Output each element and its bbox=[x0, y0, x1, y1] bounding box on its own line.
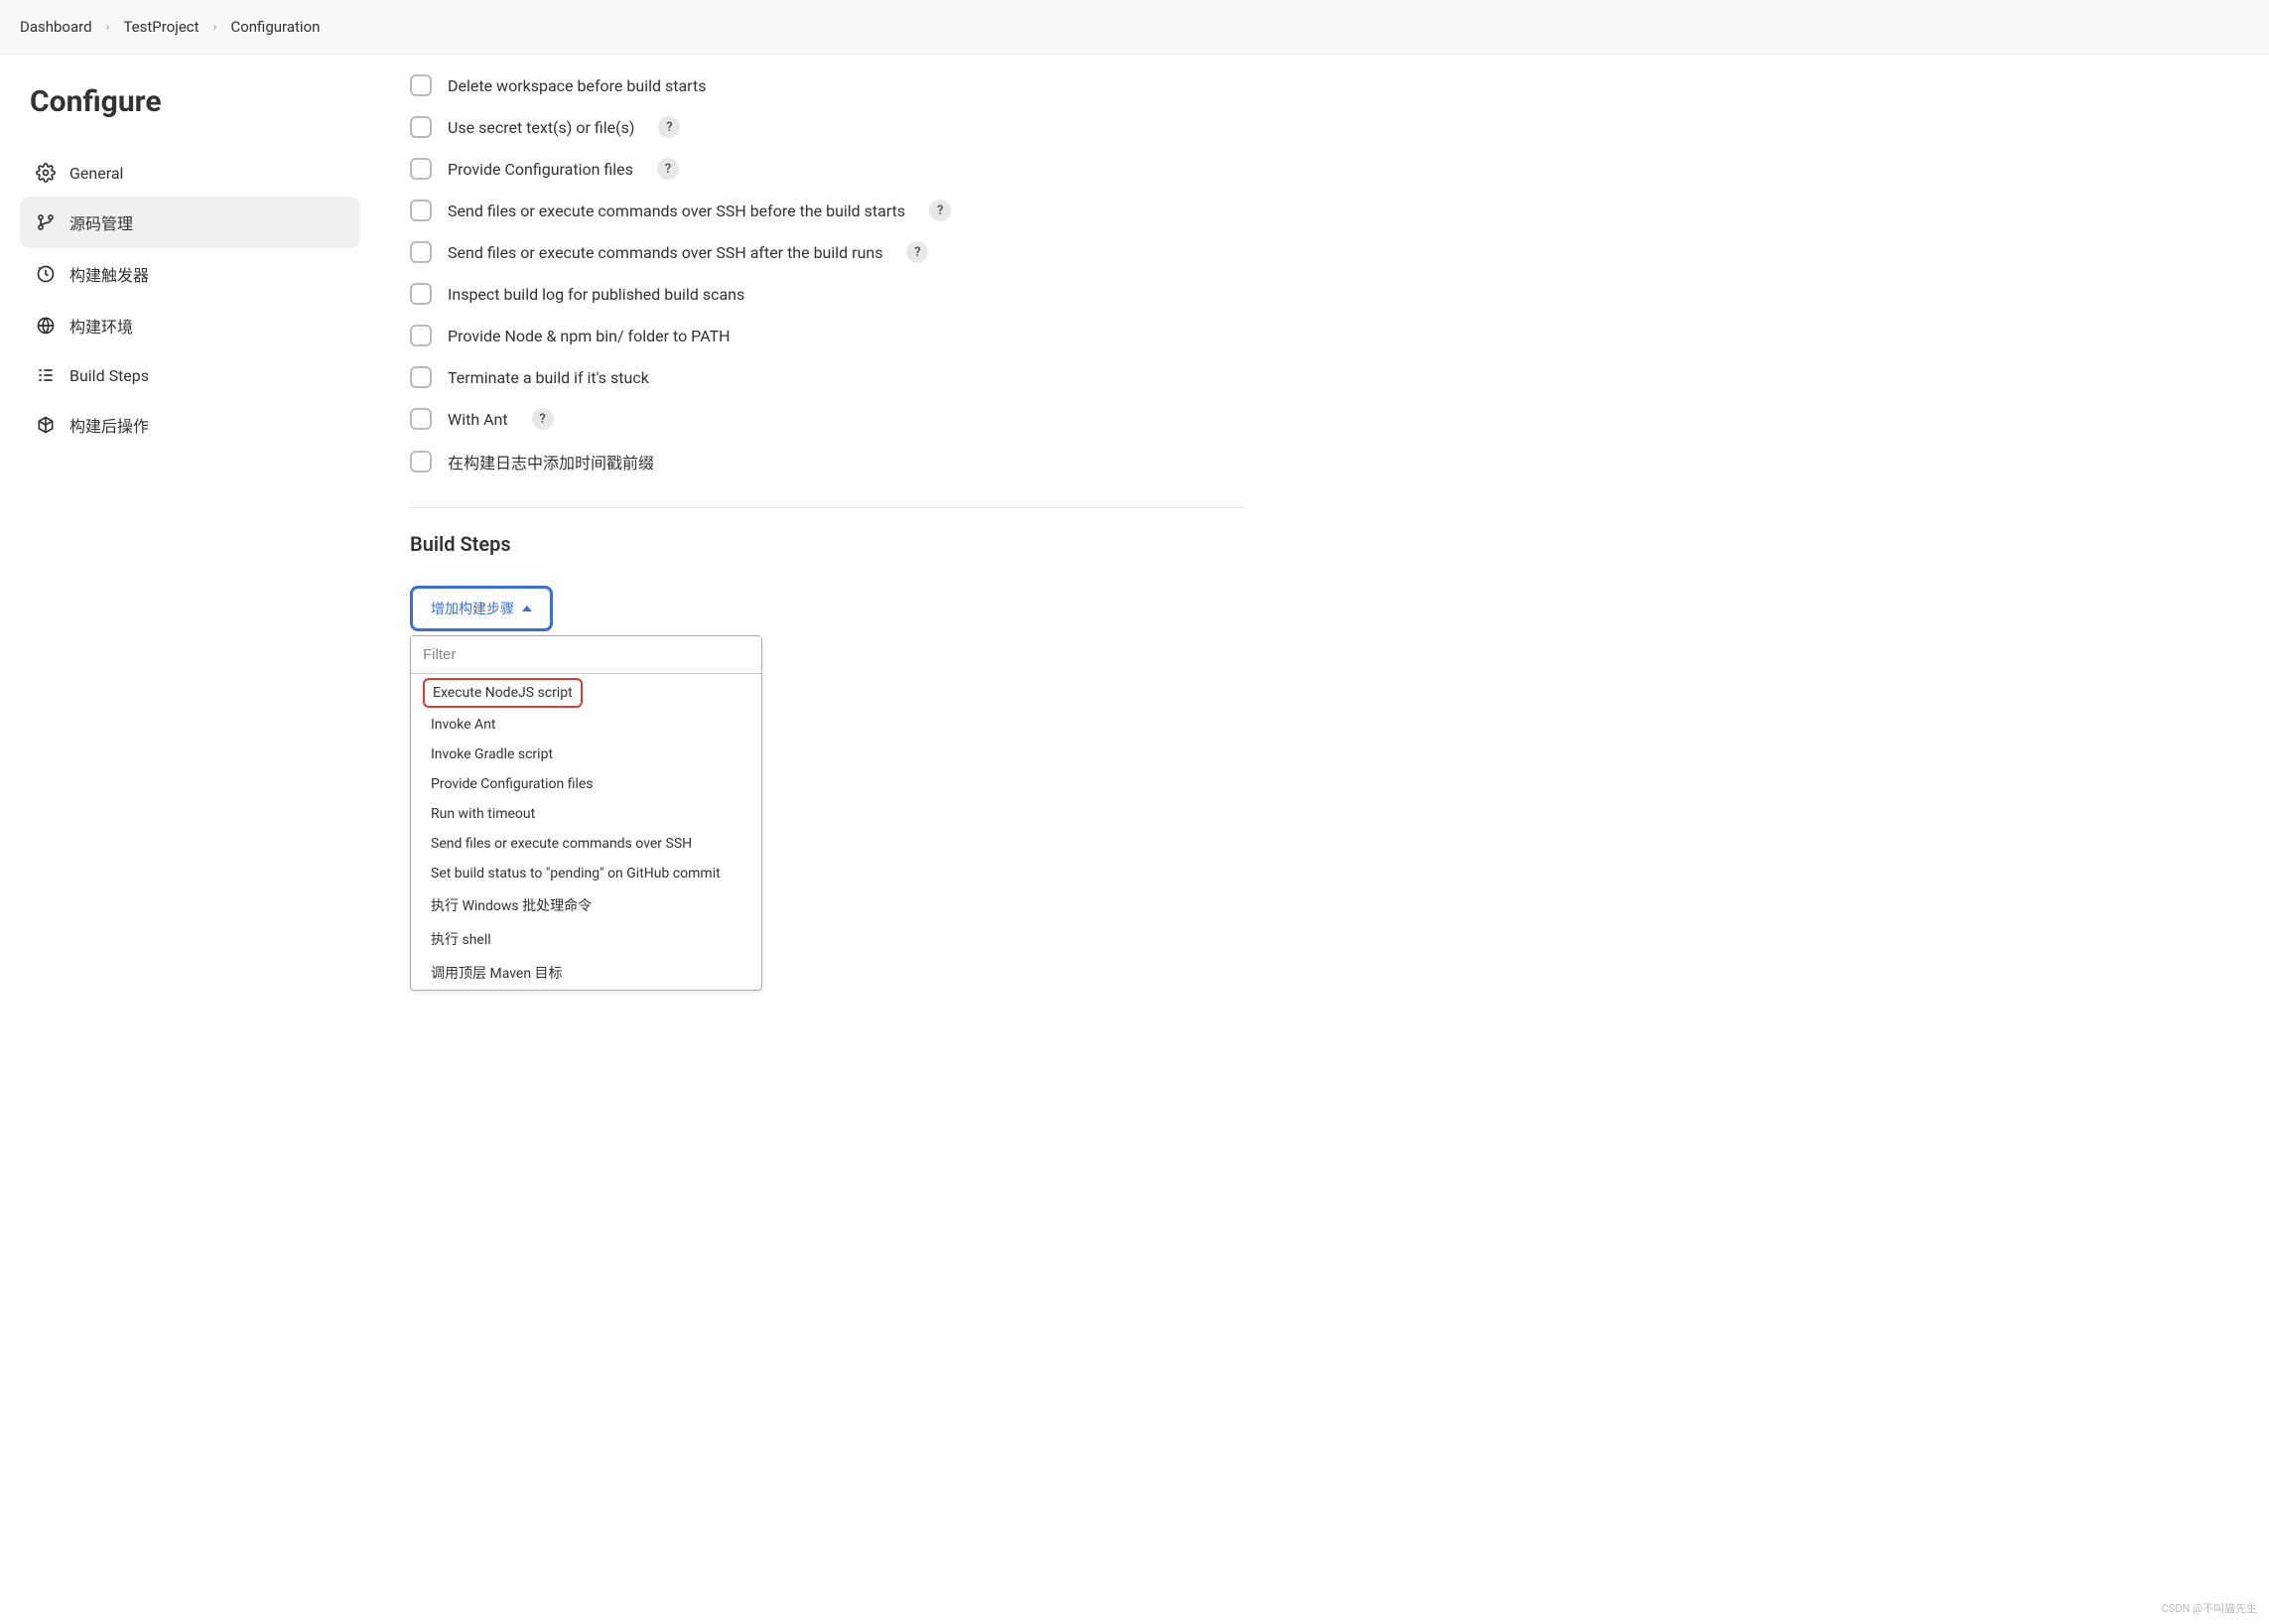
checkbox[interactable] bbox=[410, 241, 432, 263]
dropdown-option-shell[interactable]: 执行 shell bbox=[411, 922, 761, 956]
option-label: Provide Configuration files bbox=[448, 160, 633, 179]
chevron-right-icon: › bbox=[213, 20, 217, 35]
dropdown-option-ssh[interactable]: Send files or execute commands over SSH bbox=[411, 829, 761, 859]
help-icon[interactable]: ? bbox=[658, 116, 680, 138]
breadcrumb-project[interactable]: TestProject bbox=[123, 18, 199, 36]
breadcrumb-configuration[interactable]: Configuration bbox=[230, 18, 320, 36]
help-icon[interactable]: ? bbox=[657, 158, 679, 180]
checkbox[interactable] bbox=[410, 158, 432, 180]
dropdown-option-invoke-ant[interactable]: Invoke Ant bbox=[411, 710, 761, 740]
option-terminate-stuck: Terminate a build if it's stuck bbox=[410, 356, 1244, 398]
option-with-ant: With Ant ? bbox=[410, 398, 1244, 440]
checkbox[interactable] bbox=[410, 283, 432, 305]
checkbox[interactable] bbox=[410, 408, 432, 430]
sidebar-item-label: 构建环境 bbox=[69, 314, 133, 338]
package-icon bbox=[36, 415, 56, 435]
sidebar: Configure General 源码管理 构建触发器 构建环境 Build … bbox=[0, 55, 380, 1030]
option-node-path: Provide Node & npm bin/ folder to PATH bbox=[410, 315, 1244, 356]
checkbox[interactable] bbox=[410, 200, 432, 221]
dropdown-option-windows-batch[interactable]: 执行 Windows 批处理命令 bbox=[411, 888, 761, 922]
dropdown-option-config-files[interactable]: Provide Configuration files bbox=[411, 769, 761, 799]
option-secret-text: Use secret text(s) or file(s) ? bbox=[410, 106, 1244, 148]
checkbox[interactable] bbox=[410, 116, 432, 138]
build-steps-heading: Build Steps bbox=[410, 532, 1244, 556]
highlighted-option: Execute NodeJS script bbox=[423, 678, 583, 708]
dropdown-option-invoke-gradle[interactable]: Invoke Gradle script bbox=[411, 740, 761, 769]
sidebar-item-build-steps[interactable]: Build Steps bbox=[20, 351, 360, 399]
sidebar-item-label: General bbox=[69, 164, 123, 183]
option-delete-workspace: Delete workspace before build starts bbox=[410, 65, 1244, 106]
option-label: Use secret text(s) or file(s) bbox=[448, 118, 634, 137]
page-title: Configure bbox=[20, 84, 360, 149]
option-label: Delete workspace before build starts bbox=[448, 76, 706, 95]
option-timestamps: 在构建日志中添加时间戳前缀 bbox=[410, 440, 1244, 483]
option-label: 在构建日志中添加时间戳前缀 bbox=[448, 450, 654, 474]
watermark: CSDN @不叫猫先生 bbox=[2162, 1600, 2257, 1616]
steps-icon bbox=[36, 365, 56, 385]
breadcrumb-dashboard[interactable]: Dashboard bbox=[20, 18, 92, 36]
sidebar-item-post-build[interactable]: 构建后操作 bbox=[20, 399, 360, 451]
option-ssh-after: Send files or execute commands over SSH … bbox=[410, 231, 1244, 273]
option-label: Terminate a build if it's stuck bbox=[448, 368, 649, 387]
help-icon[interactable]: ? bbox=[929, 200, 951, 221]
branch-icon bbox=[36, 212, 56, 232]
add-build-step-button[interactable]: 增加构建步骤 bbox=[410, 586, 553, 631]
sidebar-item-triggers[interactable]: 构建触发器 bbox=[20, 248, 360, 300]
sidebar-item-label: Build Steps bbox=[69, 366, 149, 385]
checkbox[interactable] bbox=[410, 325, 432, 346]
clock-icon bbox=[36, 264, 56, 284]
checkbox[interactable] bbox=[410, 366, 432, 388]
dropdown-option-github-status[interactable]: Set build status to "pending" on GitHub … bbox=[411, 859, 761, 888]
sidebar-item-general[interactable]: General bbox=[20, 149, 360, 197]
sidebar-item-label: 源码管理 bbox=[69, 210, 133, 234]
gear-icon bbox=[36, 163, 56, 183]
option-config-files: Provide Configuration files ? bbox=[410, 148, 1244, 190]
help-icon[interactable]: ? bbox=[906, 241, 928, 263]
build-step-dropdown: Execute NodeJS script Invoke Ant Invoke … bbox=[410, 635, 762, 991]
option-label: Send files or execute commands over SSH … bbox=[448, 202, 905, 220]
option-inspect-log: Inspect build log for published build sc… bbox=[410, 273, 1244, 315]
sidebar-item-environment[interactable]: 构建环境 bbox=[20, 300, 360, 351]
caret-up-icon bbox=[522, 606, 532, 611]
checkbox[interactable] bbox=[410, 74, 432, 96]
main-content: Delete workspace before build starts Use… bbox=[380, 55, 1264, 1030]
option-ssh-before: Send files or execute commands over SSH … bbox=[410, 190, 1244, 231]
sidebar-item-label: 构建触发器 bbox=[69, 262, 149, 286]
section-divider bbox=[410, 507, 1244, 508]
option-label: Send files or execute commands over SSH … bbox=[448, 243, 882, 262]
dropdown-option-execute-nodejs[interactable]: Execute NodeJS script bbox=[433, 682, 573, 704]
sidebar-item-label: 构建后操作 bbox=[69, 413, 149, 437]
checkbox[interactable] bbox=[410, 451, 432, 473]
globe-icon bbox=[36, 316, 56, 336]
add-build-step-label: 增加构建步骤 bbox=[431, 599, 514, 618]
breadcrumb: Dashboard › TestProject › Configuration bbox=[0, 0, 2269, 55]
help-icon[interactable]: ? bbox=[532, 408, 554, 430]
filter-input[interactable] bbox=[411, 636, 761, 674]
option-label: Inspect build log for published build sc… bbox=[448, 285, 744, 304]
chevron-right-icon: › bbox=[106, 20, 110, 35]
option-label: With Ant bbox=[448, 410, 508, 429]
option-label: Provide Node & npm bin/ folder to PATH bbox=[448, 327, 731, 345]
sidebar-item-scm[interactable]: 源码管理 bbox=[20, 197, 360, 248]
dropdown-option-maven[interactable]: 调用顶层 Maven 目标 bbox=[411, 956, 761, 990]
dropdown-option-run-timeout[interactable]: Run with timeout bbox=[411, 799, 761, 829]
